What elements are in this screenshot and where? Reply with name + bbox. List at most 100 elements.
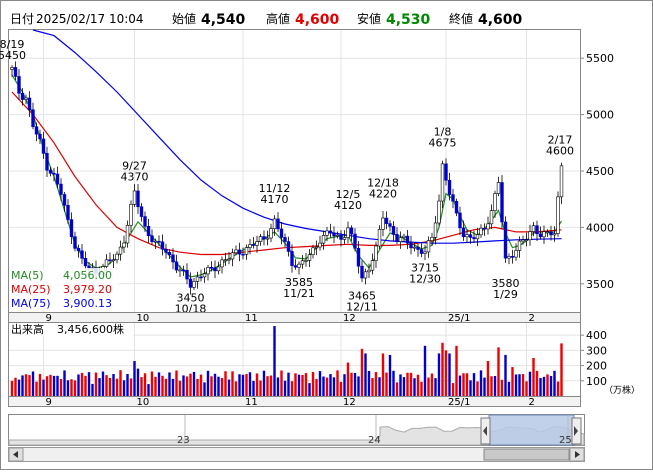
candle-body: [374, 245, 378, 261]
candle-body: [286, 241, 291, 252]
volume-x-tick-label: 10: [137, 397, 150, 408]
volume-bar: [217, 376, 220, 396]
volume-bar: [364, 353, 367, 396]
candle-body: [521, 239, 525, 242]
candle-body: [181, 269, 186, 272]
volume-bar: [427, 377, 430, 396]
candle-body: [363, 271, 368, 279]
volume-bar: [185, 376, 189, 396]
volume-bar: [311, 372, 315, 396]
candle-body: [437, 200, 441, 224]
candle-body: [223, 259, 228, 261]
volume-bar: [255, 373, 259, 396]
candle-body: [132, 190, 137, 205]
volume-bar: [483, 377, 486, 396]
candle-body: [377, 229, 382, 247]
price-annotation-text: 4675: [429, 136, 457, 149]
volume-bar: [45, 376, 49, 396]
navigator-year-label: 24: [368, 435, 381, 446]
candle-body: [244, 247, 249, 255]
volume-bar: [231, 371, 234, 396]
candle-body: [528, 231, 532, 241]
volume-bar: [357, 376, 360, 396]
candle-body: [538, 233, 543, 238]
candle-body: [45, 153, 49, 171]
volume-bar: [21, 375, 24, 396]
navigator-left-handle[interactable]: [480, 417, 491, 445]
candle-body: [104, 259, 109, 267]
candle-body: [192, 281, 196, 288]
volume-bar: [35, 381, 38, 396]
candle-body: [216, 266, 221, 272]
navigator-right-handle[interactable]: [571, 417, 582, 445]
volume-bar: [556, 381, 560, 396]
candle-body: [129, 204, 133, 226]
candle-body: [391, 226, 396, 235]
volume-bar: [542, 376, 546, 396]
candle-body: [395, 234, 399, 242]
volume-bar: [350, 372, 353, 396]
candle-body: [472, 237, 476, 240]
candle-body: [496, 182, 501, 194]
candle-body: [342, 237, 347, 240]
candle-body: [531, 225, 536, 232]
volume-bar: [122, 380, 126, 396]
candle-body: [517, 240, 522, 251]
candle-body: [430, 237, 434, 241]
candle-body: [111, 259, 116, 262]
candle-body: [10, 67, 14, 70]
candle-body: [493, 193, 497, 211]
volume-bar: [73, 380, 77, 396]
volume-bar: [504, 354, 507, 396]
candle-body: [202, 273, 207, 278]
volume-bar: [406, 372, 409, 396]
volume-bar: [192, 371, 196, 396]
price-annotation-text: 12/11: [346, 301, 378, 314]
volume-bar: [395, 382, 399, 396]
candle-body: [479, 227, 483, 236]
volume-bar: [353, 372, 357, 396]
candle-body: [55, 173, 60, 185]
volume-bar: [336, 370, 339, 396]
candle-body: [335, 234, 340, 237]
range-navigator[interactable]: 23 24 25: [8, 414, 585, 447]
candle-body: [552, 233, 557, 236]
scrollbar-thumb[interactable]: [483, 448, 570, 461]
candle-body: [346, 227, 350, 238]
volume-bar: [315, 379, 318, 396]
candle-body: [139, 206, 144, 217]
price-annotation-text: 5450: [0, 49, 26, 62]
candle-body: [461, 227, 466, 238]
volume-bar: [147, 384, 150, 396]
volume-bar: [241, 374, 245, 396]
candle-body: [559, 165, 564, 198]
volume-bar: [189, 373, 192, 396]
horizontal-scrollbar[interactable]: [8, 447, 585, 462]
volume-bar: [308, 383, 311, 396]
volume-bar: [378, 377, 381, 396]
volume-bar: [126, 374, 129, 396]
candle-body: [24, 97, 28, 100]
volume-bar: [154, 376, 157, 396]
candle-body: [475, 234, 480, 240]
volume-bar: [514, 374, 518, 396]
candle-body: [451, 194, 455, 202]
volume-bar: [80, 372, 84, 396]
candle-body: [122, 242, 126, 248]
volume-bar: [535, 370, 539, 396]
volume-bar: [301, 374, 304, 396]
legend-ma5-value: 4,056.00: [63, 269, 112, 282]
volume-bar: [409, 372, 413, 396]
volume-bar: [497, 347, 500, 396]
candle-body: [440, 163, 445, 202]
volume-bar: [133, 361, 136, 396]
volume-bar: [213, 373, 217, 396]
candle-body: [556, 196, 560, 234]
candle-body: [444, 163, 448, 181]
volume-bar: [115, 378, 119, 396]
volume-bar: [224, 371, 227, 396]
candle-body: [262, 236, 266, 240]
volume-bar: [423, 345, 427, 396]
volume-bar: [248, 372, 252, 396]
volume-bar: [266, 376, 269, 396]
